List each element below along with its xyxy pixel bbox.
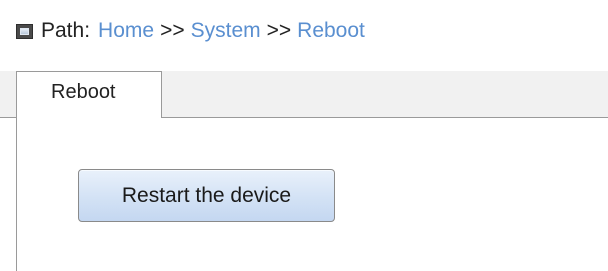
reboot-panel: Restart the device	[16, 118, 608, 271]
page: Path: Home >> System >> Reboot Reboot Re…	[0, 0, 608, 271]
breadcrumb-separator: >>	[266, 19, 292, 42]
restart-device-button[interactable]: Restart the device	[78, 169, 335, 222]
tab-reboot[interactable]: Reboot	[16, 71, 162, 119]
tab-strip: Reboot	[0, 71, 608, 119]
window-icon	[16, 23, 33, 39]
breadcrumb-separator: >>	[160, 19, 185, 42]
breadcrumb-home-link[interactable]: Home	[98, 19, 154, 43]
breadcrumb: Path: Home >> System >> Reboot	[0, 0, 608, 62]
breadcrumb-label: Path:	[41, 19, 91, 42]
breadcrumb-system-link[interactable]: System	[191, 19, 261, 43]
breadcrumb-reboot-link[interactable]: Reboot	[297, 19, 365, 43]
